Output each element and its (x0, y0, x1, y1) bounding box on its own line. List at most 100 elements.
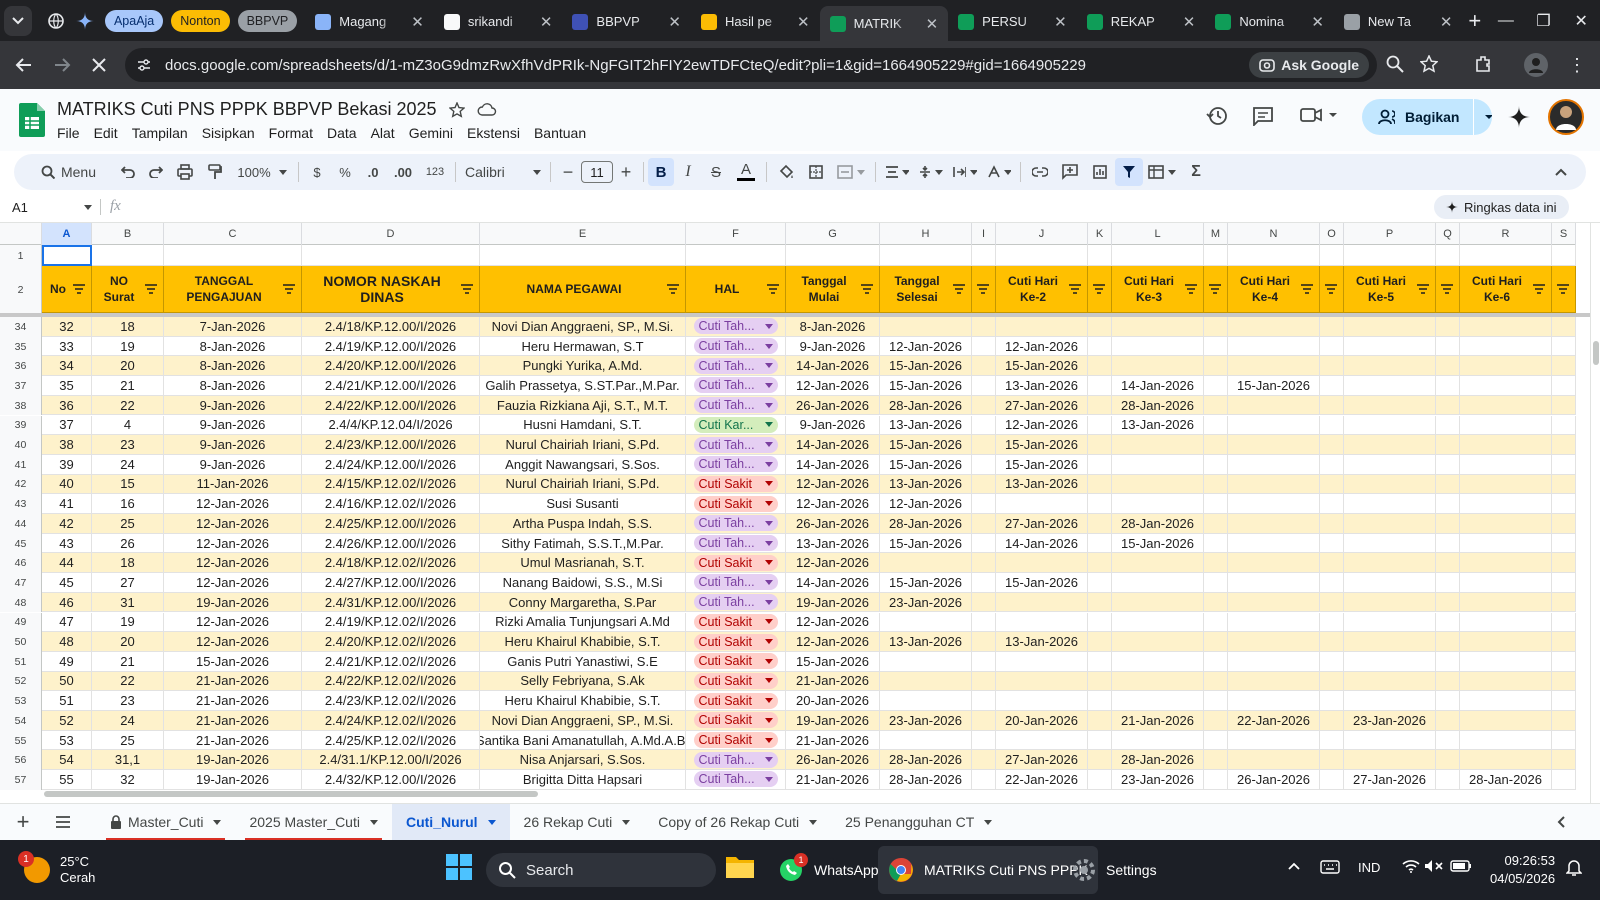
cell[interactable] (996, 245, 1088, 266)
cell[interactable]: 26-Jan-2026 (786, 514, 880, 534)
cell[interactable]: 13-Jan-2026 (1112, 415, 1204, 436)
filter-icon[interactable] (1325, 284, 1337, 294)
cell[interactable]: Nanang Baidowi, S.S., M.Si (480, 573, 686, 593)
taskbar-app-settings[interactable]: Settings (1062, 846, 1167, 894)
header-cell[interactable] (1088, 266, 1112, 313)
cell[interactable] (1204, 632, 1228, 652)
restore-button[interactable]: ❐ (1525, 0, 1563, 41)
cell[interactable]: 9-Jan-2026 (164, 435, 302, 455)
cell[interactable] (880, 651, 972, 672)
cell[interactable]: 14-Jan-2026 (786, 356, 880, 377)
column-header-f[interactable]: F (686, 223, 786, 245)
filter-icon[interactable] (861, 284, 873, 294)
cell[interactable] (1204, 336, 1228, 357)
cell[interactable] (972, 454, 996, 475)
cell[interactable] (1320, 592, 1344, 613)
zoom-icon[interactable] (1386, 55, 1404, 73)
borders-button[interactable] (801, 158, 831, 186)
cell[interactable] (1460, 553, 1552, 574)
cell[interactable] (972, 750, 996, 771)
cell[interactable] (880, 730, 972, 751)
cell[interactable]: 26 (92, 533, 164, 554)
chevron-down-icon[interactable] (487, 819, 496, 825)
cell[interactable] (1436, 317, 1460, 337)
header-cell[interactable]: Cuti Hari Ke-6 (1460, 266, 1552, 313)
cell[interactable]: 19 (92, 612, 164, 633)
cell[interactable]: 13-Jan-2026 (786, 533, 880, 554)
cell[interactable]: 13-Jan-2026 (996, 474, 1088, 495)
filter-icon[interactable] (767, 284, 779, 294)
cell[interactable]: 41 (42, 494, 92, 514)
cell[interactable] (880, 317, 972, 337)
cell[interactable]: 2.4/23/KP.12.00/I/2026 (302, 435, 480, 455)
cell[interactable]: 22-Jan-2026 (1228, 711, 1320, 731)
cell[interactable]: 46 (42, 592, 92, 613)
cell[interactable] (1204, 553, 1228, 574)
status-chip[interactable]: Cuti Tah... (693, 535, 778, 552)
row-header[interactable]: 34 (0, 317, 42, 337)
cell[interactable]: 9-Jan-2026 (164, 454, 302, 475)
cell[interactable] (996, 592, 1088, 613)
cell[interactable]: Cuti Sakit (686, 671, 786, 692)
tab-close-icon[interactable]: ✕ (926, 15, 939, 33)
cell[interactable] (972, 632, 996, 652)
cell[interactable] (1112, 592, 1204, 613)
header-cell[interactable] (1552, 266, 1576, 313)
cell[interactable]: 15-Jan-2026 (1228, 376, 1320, 396)
cell[interactable] (1436, 533, 1460, 554)
cell[interactable] (1204, 317, 1228, 337)
cell[interactable] (1204, 245, 1228, 266)
sheet-tab-2[interactable]: Cuti_Nurul (391, 803, 510, 841)
header-cell[interactable] (1204, 266, 1228, 313)
cell[interactable] (1436, 711, 1460, 731)
status-chip[interactable]: Cuti Sakit (693, 613, 778, 630)
filter-button[interactable] (1115, 158, 1143, 186)
cell[interactable]: 15-Jan-2026 (996, 356, 1088, 377)
cell[interactable] (1460, 376, 1552, 396)
globe-icon[interactable] (44, 12, 69, 29)
header-cell[interactable]: NO Surat (92, 266, 164, 313)
cell[interactable] (1320, 415, 1344, 436)
cell[interactable]: Anggit Nawangsari, S.Sos. (480, 454, 686, 475)
cell[interactable]: Nurul Chairiah Iriani, S.Pd. (480, 435, 686, 455)
cell[interactable] (1088, 376, 1112, 396)
comments-icon[interactable] (1252, 106, 1274, 126)
cell[interactable] (972, 415, 996, 436)
column-header-k[interactable]: K (1088, 223, 1112, 245)
bookmark-1[interactable]: Nonton (171, 9, 230, 32)
cell[interactable] (1460, 454, 1552, 475)
cell[interactable] (1552, 317, 1576, 337)
cell[interactable]: 26-Jan-2026 (1228, 770, 1320, 790)
cell[interactable] (1112, 671, 1204, 692)
browser-tab-6[interactable]: REKAP ✕ (1077, 6, 1206, 38)
header-cell[interactable]: Tanggal Selesai (880, 266, 972, 313)
cell[interactable]: 49 (42, 651, 92, 672)
cell[interactable]: 2.4/32/KP.12.00/I/2026 (302, 770, 480, 790)
cell[interactable]: 2.4/21/KP.12.00/I/2026 (302, 376, 480, 396)
document-title[interactable]: MATRIKS Cuti PNS PPPK BBPVP Bekasi 2025 (57, 99, 437, 120)
cell[interactable] (1204, 533, 1228, 554)
header-cell[interactable]: NOMOR NASKAH DINAS (302, 266, 480, 313)
cell[interactable] (1320, 651, 1344, 672)
cell[interactable] (972, 691, 996, 711)
cell[interactable] (1320, 336, 1344, 357)
bookmark-2[interactable]: BBPVP (237, 9, 298, 32)
cell[interactable] (1552, 612, 1576, 633)
cell[interactable]: 9-Jan-2026 (786, 415, 880, 436)
taskbar-app-whatsapp[interactable]: 1 WhatsApp (768, 846, 889, 894)
cell[interactable] (1204, 494, 1228, 514)
cell[interactable] (1436, 474, 1460, 495)
sheet-tab-5[interactable]: 25 Penangguhan CT (831, 804, 1006, 841)
cell[interactable] (996, 691, 1088, 711)
cell[interactable] (1436, 651, 1460, 672)
column-header-a[interactable]: A (42, 223, 92, 245)
vertical-align-button[interactable] (914, 158, 948, 186)
status-chip[interactable]: Cuti Tah... (693, 574, 778, 591)
menu-file[interactable]: File (57, 125, 80, 141)
cell[interactable]: Cuti Tah... (686, 573, 786, 593)
cell[interactable] (1344, 671, 1436, 692)
cell[interactable]: 11-Jan-2026 (164, 474, 302, 495)
cell[interactable]: 15-Jan-2026 (996, 573, 1088, 593)
tab-search-button[interactable] (4, 5, 32, 36)
cell[interactable] (1460, 711, 1552, 731)
